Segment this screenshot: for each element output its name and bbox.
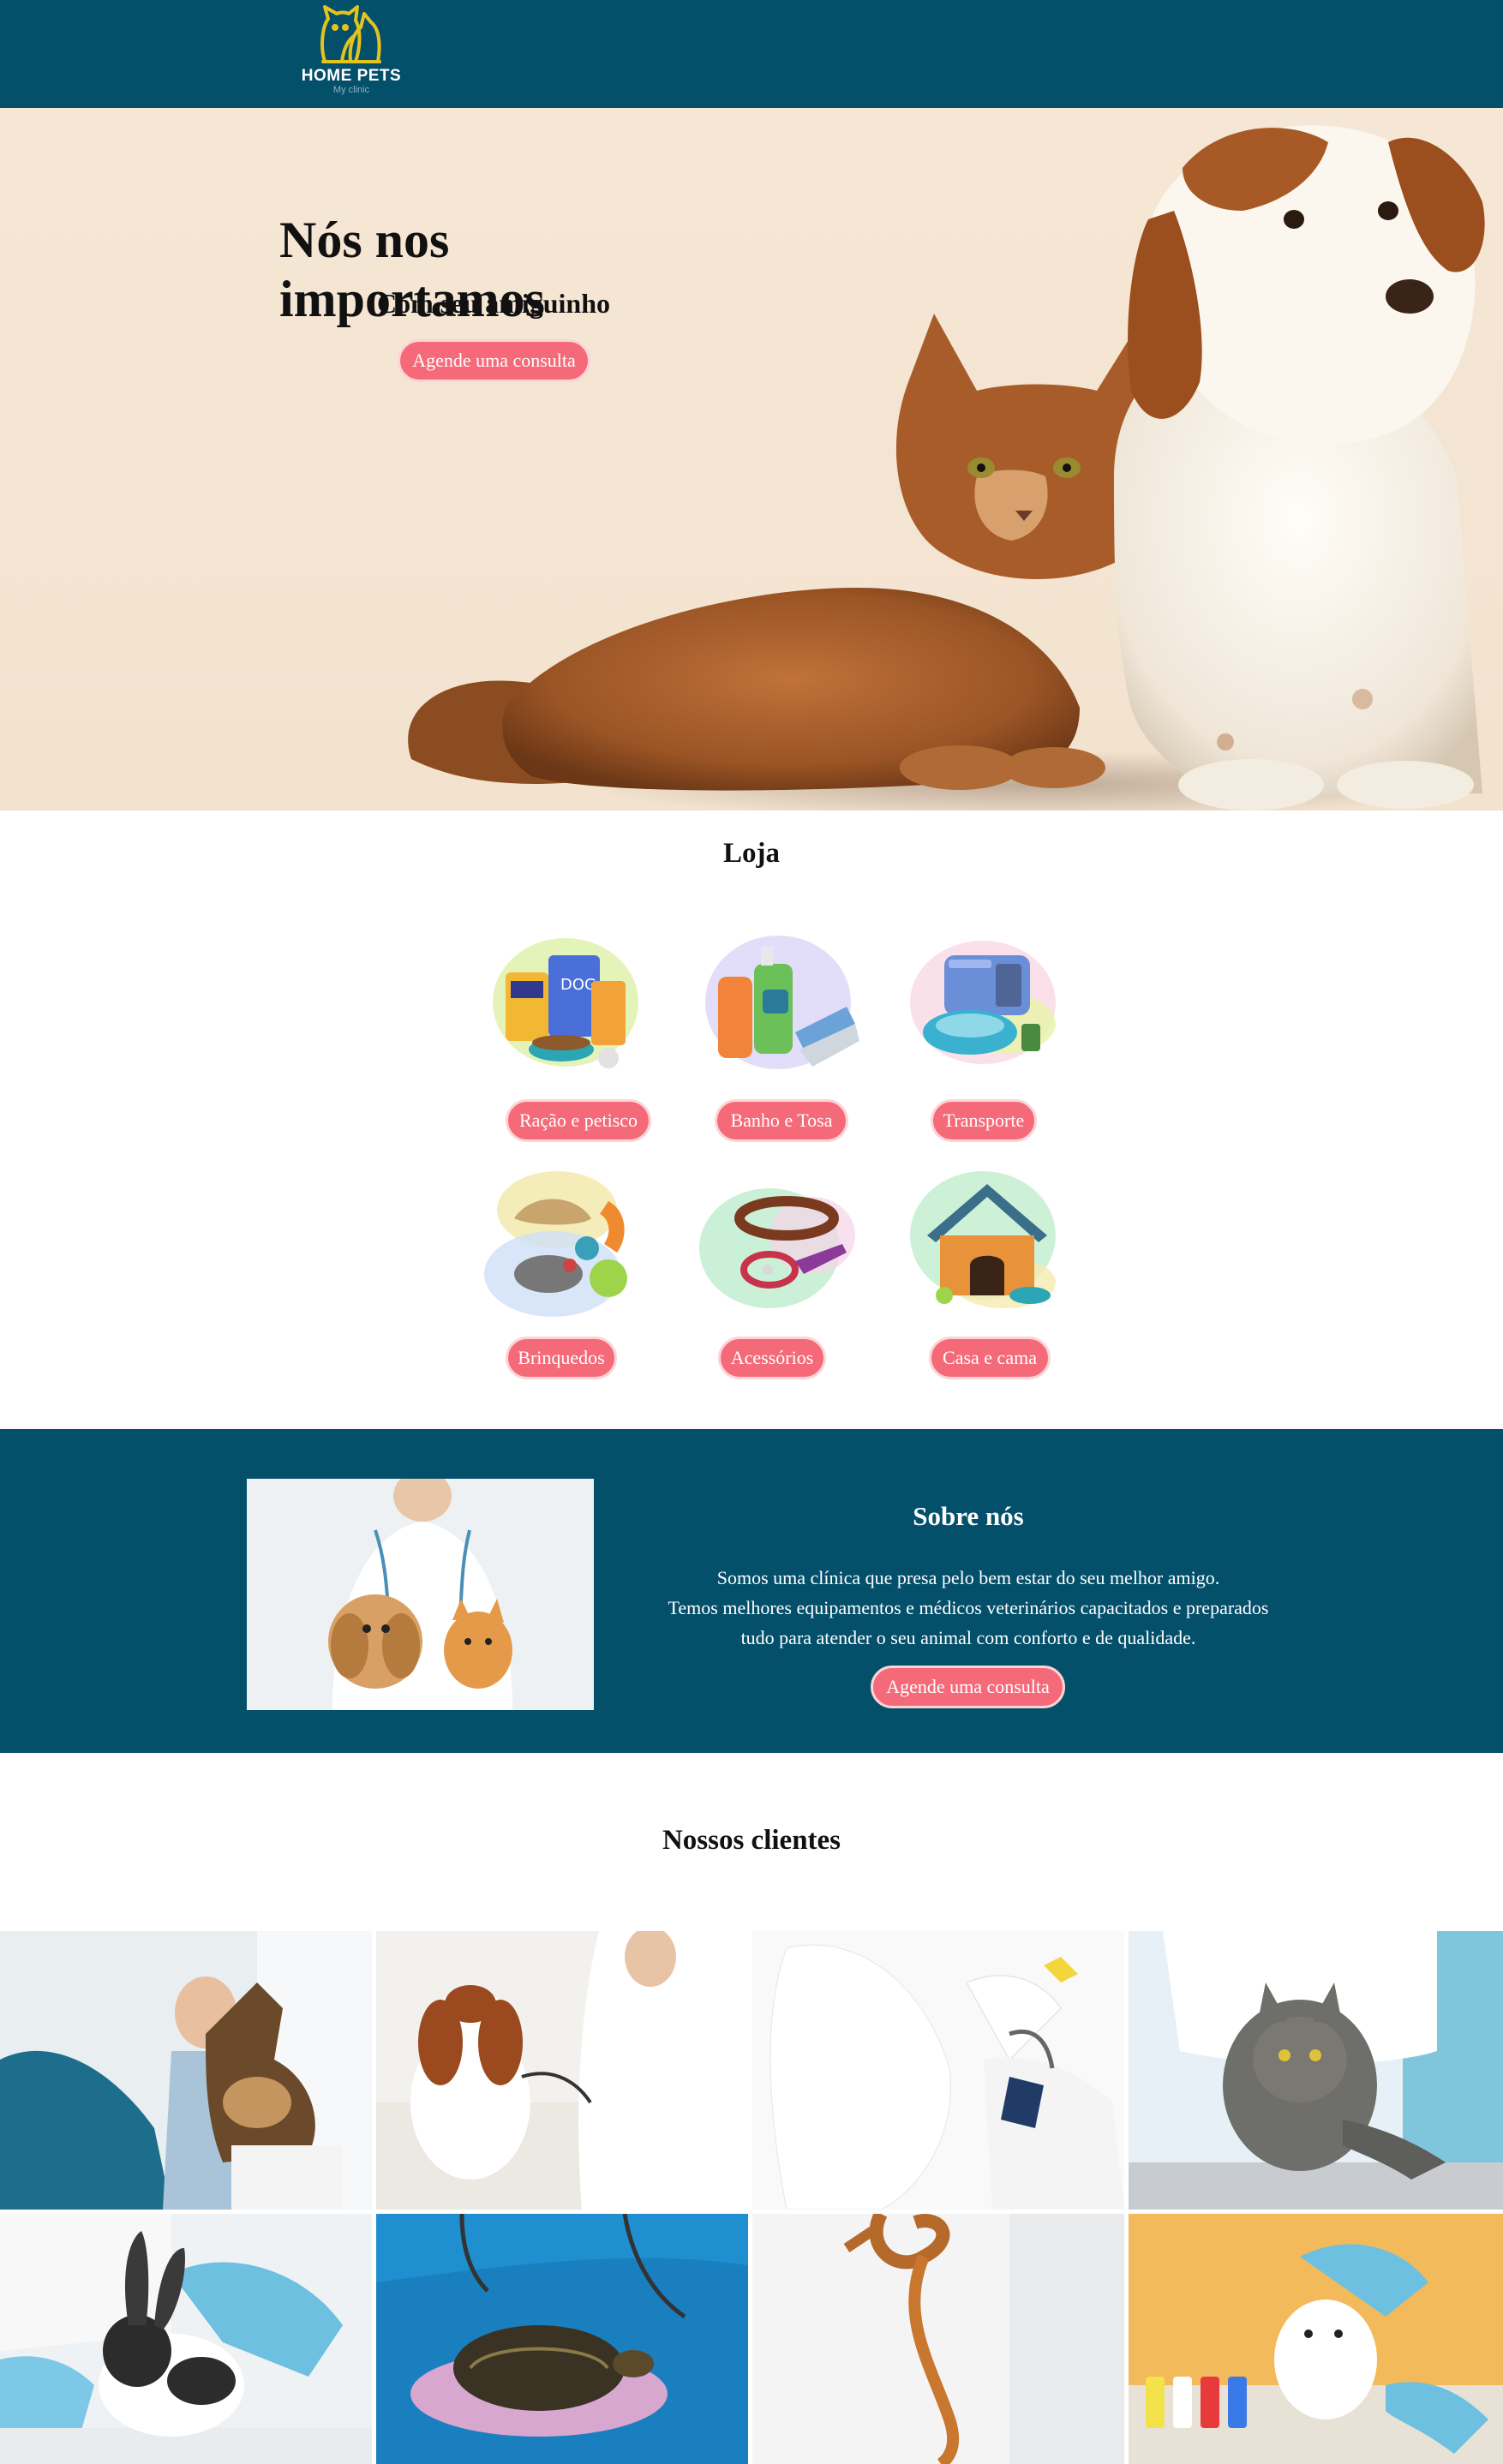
home-pets-logo[interactable]: HOME PETS My clinic [291, 2, 411, 103]
shop-section-title: Loja [723, 838, 780, 869]
shop-item-brinquedos[interactable]: Brinquedos [480, 1167, 651, 1424]
about-line-1: Somos uma clínica que presa pelo bem est… [716, 1567, 1220, 1588]
hero-subtitle: Com seu amiguinho [376, 288, 611, 319]
pet-food-icon: DOG [493, 938, 638, 1068]
svg-text:DOG: DOG [560, 976, 596, 994]
pet-toys-icon [484, 1171, 627, 1317]
client-photo-spaniel-exam [376, 1931, 748, 2210]
client-photo-turtle [376, 2214, 748, 2464]
collar-leash-icon [699, 1188, 855, 1308]
client-photo-cockatoo [752, 1931, 1124, 2210]
client-photo-snake [752, 2214, 1124, 2464]
shop-label-brinquedos[interactable]: Brinquedos [506, 1337, 617, 1379]
about-description: Somos uma clínica que presa pelo bem est… [634, 1563, 1302, 1653]
dog-cat-logo-icon [320, 5, 381, 63]
dog-house-icon [910, 1171, 1056, 1308]
client-photo-cat-on-table [1129, 1931, 1503, 2210]
about-title: Sobre nós [913, 1501, 1024, 1531]
clients-section-title: Nossos clientes [662, 1825, 841, 1856]
shop-item-transporte[interactable]: Transporte [901, 930, 1073, 1187]
hero-schedule-button[interactable]: Agende uma consulta [398, 339, 590, 382]
shop-item-casa[interactable]: Casa e cama [901, 1167, 1073, 1424]
shop-item-acessorios[interactable]: Acessórios [692, 1167, 864, 1424]
logo-name: HOME PETS [301, 67, 402, 85]
about-line-3: tudo para atender o seu animal com confo… [740, 1627, 1196, 1648]
vet-with-pets-photo [247, 1479, 594, 1710]
shampoo-brush-icon [705, 936, 859, 1069]
shop-label-banho[interactable]: Banho e Tosa [715, 1099, 848, 1142]
pet-carrier-icon [910, 941, 1056, 1064]
hero-banner: Nós nos importamos Com seu amiguinho Age… [0, 108, 1503, 810]
client-photo-rabbit [0, 2214, 372, 2464]
about-section: Sobre nós Somos uma clínica que presa pe… [0, 1429, 1503, 1753]
shop-label-casa[interactable]: Casa e cama [929, 1337, 1051, 1379]
shop-label-acessorios[interactable]: Acessórios [718, 1337, 826, 1379]
about-line-2: Temos melhores equipamentos e médicos ve… [668, 1597, 1269, 1618]
client-photo-hamster [1129, 2214, 1503, 2464]
shop-item-racao[interactable]: DOG Ração e petisco [480, 930, 651, 1187]
about-schedule-button[interactable]: Agende uma consulta [871, 1666, 1065, 1708]
client-photo-dog-at-vet [0, 1931, 372, 2210]
shop-label-transporte[interactable]: Transporte [931, 1099, 1037, 1142]
shop-label-racao[interactable]: Ração e petisco [506, 1099, 651, 1142]
site-header: HOME PETS My clinic [0, 0, 1503, 108]
shop-item-banho[interactable]: Banho e Tosa [692, 930, 864, 1187]
logo-tagline: My clinic [332, 85, 370, 95]
